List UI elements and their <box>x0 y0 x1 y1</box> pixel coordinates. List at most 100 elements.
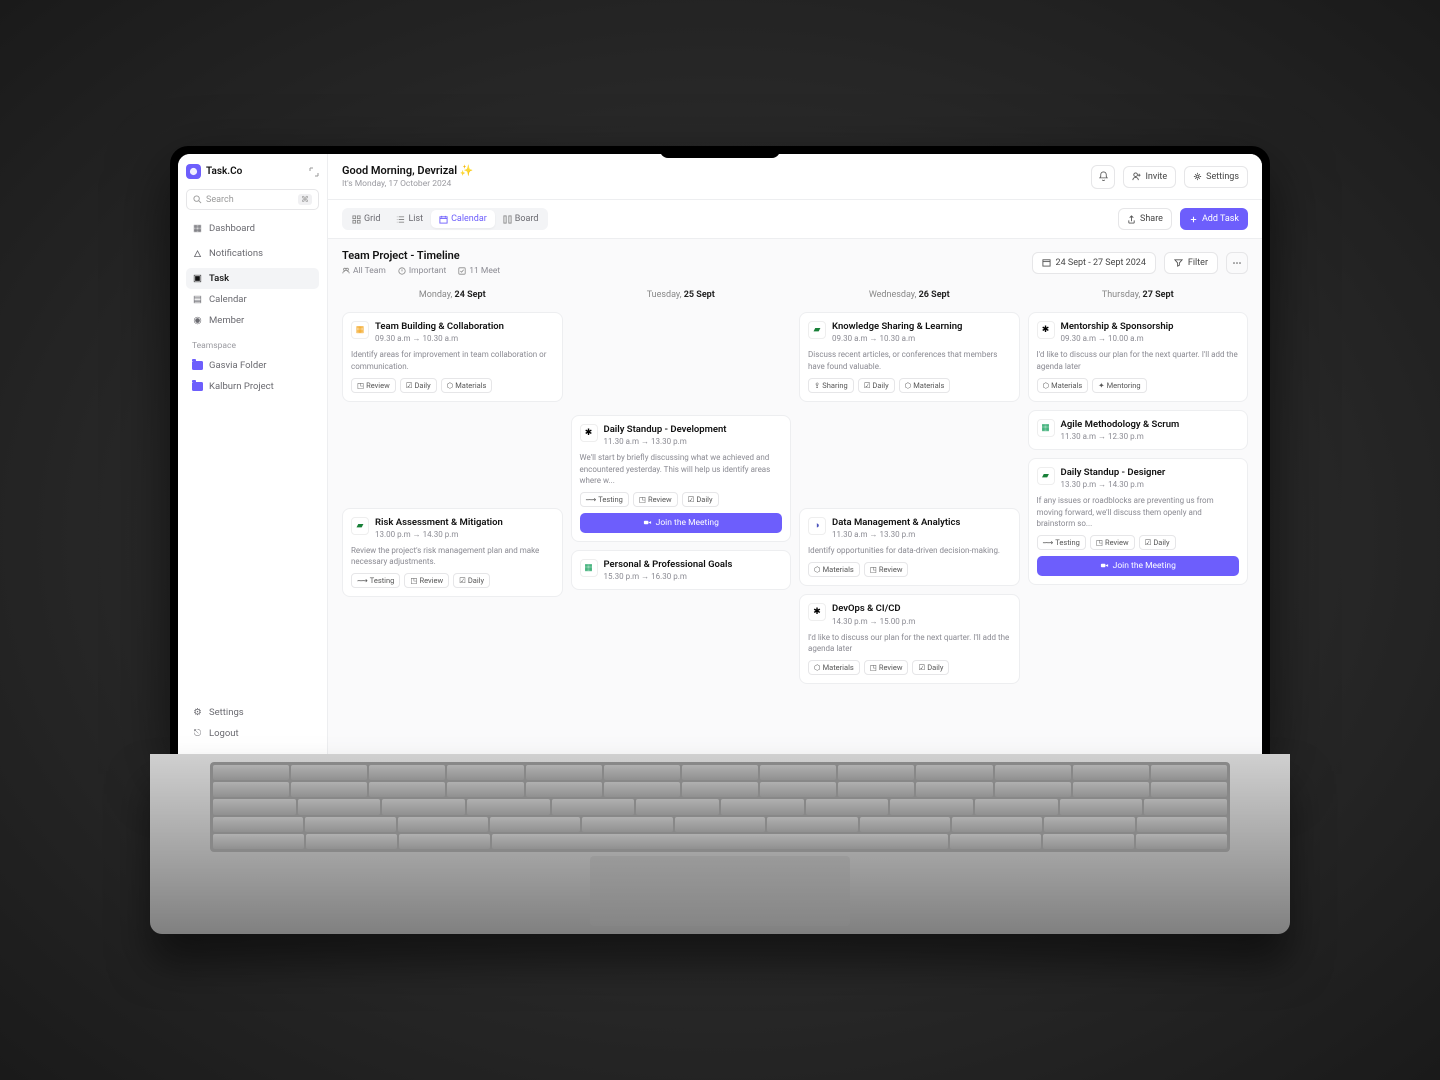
task-card[interactable]: ✱ Mentorship & Sponsorship 09.30 a.m → 1… <box>1028 312 1249 402</box>
nav-task[interactable]: ▣ Task <box>186 268 319 289</box>
video-icon <box>643 518 652 527</box>
card-title: Daily Standup - Designer <box>1061 467 1166 479</box>
tag-review[interactable]: ◳ Review <box>633 492 678 507</box>
filter-button[interactable]: Filter <box>1164 252 1218 274</box>
nav-member[interactable]: ◉ Member <box>186 310 319 331</box>
add-task-button[interactable]: Add Task <box>1180 208 1248 230</box>
bell-icon: 🜂 <box>192 244 203 263</box>
tag-review[interactable]: ◳ Review <box>404 573 449 588</box>
greeting-block: Good Morning, Devrizal ✨ It's Monday, 17… <box>342 164 474 189</box>
card-title: Personal & Professional Goals <box>604 559 733 571</box>
task-card[interactable]: ▰ Knowledge Sharing & Learning 09.30 a.m… <box>799 312 1020 402</box>
tag-materials[interactable]: ⬡ Materials <box>1037 378 1089 393</box>
nav-calendar[interactable]: ▤ Calendar <box>186 289 319 310</box>
task-card[interactable]: ▰ Risk Assessment & Mitigation 13.00 p.m… <box>342 508 563 598</box>
nav-notifications[interactable]: 🜂 Notifications <box>186 239 319 268</box>
calendar-icon: ▤ <box>192 294 203 305</box>
meta-meet-count[interactable]: 11 Meet <box>458 266 500 276</box>
settings-button[interactable]: Settings <box>1184 166 1248 188</box>
tag-testing[interactable]: ⟿ Testing <box>580 492 629 507</box>
card-desc: I'd like to discuss our plan for the nex… <box>1037 349 1240 371</box>
video-icon <box>1100 561 1109 570</box>
search-icon <box>193 195 202 204</box>
nav-notifications-label: Notifications <box>209 248 263 259</box>
tag-daily[interactable]: ☑ Daily <box>682 492 719 507</box>
nav-logout[interactable]: ⎋ Logout <box>186 723 319 744</box>
filter-icon <box>1174 258 1183 267</box>
card-title: DevOps & CI/CD <box>832 603 915 615</box>
task-icon: ▣ <box>192 273 203 284</box>
share-button[interactable]: Share <box>1118 208 1172 230</box>
view-list-label: List <box>408 214 423 224</box>
tag-daily[interactable]: ☑ Daily <box>453 573 490 588</box>
view-tab-calendar[interactable]: Calendar <box>431 210 495 228</box>
teams-icon: ◑ <box>808 517 826 535</box>
list-icon <box>396 215 405 224</box>
nav-settings[interactable]: ⚙ Settings <box>186 702 319 723</box>
view-tab-grid[interactable]: Grid <box>344 210 388 228</box>
tag-materials[interactable]: ⬡ Materials <box>899 378 951 393</box>
meet-icon: ▰ <box>351 517 369 535</box>
card-desc: I'd like to discuss our plan for the nex… <box>808 632 1011 654</box>
invite-button[interactable]: Invite <box>1123 166 1176 188</box>
folder-kalburn[interactable]: Kalburn Project <box>186 376 319 397</box>
nav-task-label: Task <box>209 273 229 284</box>
day-header-tuesday: Tuesday, 25 Sept <box>571 286 792 304</box>
tag-review[interactable]: ◳ Review <box>1090 535 1135 550</box>
task-card[interactable]: ▦ Agile Methodology & Scrum 11.30 a.m → … <box>1028 410 1249 450</box>
tag-daily[interactable]: ☑ Daily <box>858 378 895 393</box>
nav-dashboard[interactable]: ▦ Dashboard <box>186 218 319 239</box>
day-col-tuesday: Tuesday, 25 Sept ✱ Daily Standup - Devel… <box>571 286 792 744</box>
tag-testing[interactable]: ⟿ Testing <box>1037 535 1086 550</box>
tag-review[interactable]: ◳ Review <box>864 660 909 675</box>
task-card[interactable]: ▦ Team Building & Collaboration 09.30 a.… <box>342 312 563 402</box>
view-tab-board[interactable]: Board <box>495 210 547 228</box>
task-card[interactable]: ▦ Personal & Professional Goals 15.30 p.… <box>571 550 792 590</box>
main: Good Morning, Devrizal ✨ It's Monday, 17… <box>328 154 1262 754</box>
view-tab-list[interactable]: List <box>388 210 431 228</box>
folder-icon <box>192 382 203 391</box>
slack-icon: ✱ <box>580 424 598 442</box>
project-header: Team Project - Timeline All Team Importa… <box>328 239 1262 276</box>
greeting-date: It's Monday, 17 October 2024 <box>342 179 474 189</box>
day-header-thursday: Thursday, 27 Sept <box>1028 286 1249 304</box>
card-time: 09.30 a.m → 10.30 a.m <box>375 334 504 343</box>
calendar-icon <box>439 215 448 224</box>
tag-daily[interactable]: ☑ Daily <box>400 378 437 393</box>
card-time: 11.30 a.m → 12.30 p.m <box>1061 432 1180 441</box>
folder-gasvia[interactable]: Gasvia Folder <box>186 355 319 376</box>
share-label: Share <box>1140 214 1163 224</box>
task-card[interactable]: ◑ Data Management & Analytics 11.30 a.m … <box>799 508 1020 587</box>
tag-review[interactable]: ◳ Review <box>864 562 909 577</box>
task-card[interactable]: ✱ DevOps & CI/CD 14.30 p.m → 15.00 p.m I… <box>799 594 1020 684</box>
tag-materials[interactable]: ⬡ Materials <box>441 378 493 393</box>
users-icon <box>342 267 350 275</box>
tag-review[interactable]: ◳ Review <box>351 378 396 393</box>
meet-icon: ▰ <box>808 321 826 339</box>
card-time: 11.30 a.m → 13.30 p.m <box>604 437 727 446</box>
tag-materials[interactable]: ⬡ Materials <box>808 660 860 675</box>
notifications-button[interactable] <box>1091 165 1115 189</box>
tag-daily[interactable]: ☑ Daily <box>912 660 949 675</box>
expand-icon[interactable] <box>309 167 319 177</box>
teamspace-label: Teamspace <box>192 341 319 351</box>
tag-mentoring[interactable]: ✦ Mentoring <box>1092 378 1146 393</box>
task-card[interactable]: ▰ Daily Standup - Designer 13.30 p.m → 1… <box>1028 458 1249 585</box>
join-meeting-button[interactable]: Join the Meeting <box>580 513 783 533</box>
more-button[interactable] <box>1226 252 1248 274</box>
settings-label: Settings <box>1206 172 1239 182</box>
card-title: Knowledge Sharing & Learning <box>832 321 962 333</box>
alert-icon <box>398 267 406 275</box>
sidebar: Task.Co Search ⌘ ▦ Dashboard 🜂 Notifi <box>178 154 328 754</box>
date-range-picker[interactable]: 24 Sept - 27 Sept 2024 <box>1032 252 1156 274</box>
day-header-monday: Monday, 24 Sept <box>342 286 563 304</box>
task-card[interactable]: ✱ Daily Standup - Development 11.30 a.m … <box>571 415 792 542</box>
tag-daily[interactable]: ☑ Daily <box>1139 535 1176 550</box>
meta-all-team[interactable]: All Team <box>342 266 386 276</box>
tag-sharing[interactable]: ⇪ Sharing <box>808 378 854 393</box>
join-meeting-button[interactable]: Join the Meeting <box>1037 556 1240 576</box>
search-input[interactable]: Search ⌘ <box>186 189 319 210</box>
meta-important[interactable]: Important <box>398 266 446 276</box>
tag-materials[interactable]: ⬡ Materials <box>808 562 860 577</box>
tag-testing[interactable]: ⟿ Testing <box>351 573 400 588</box>
